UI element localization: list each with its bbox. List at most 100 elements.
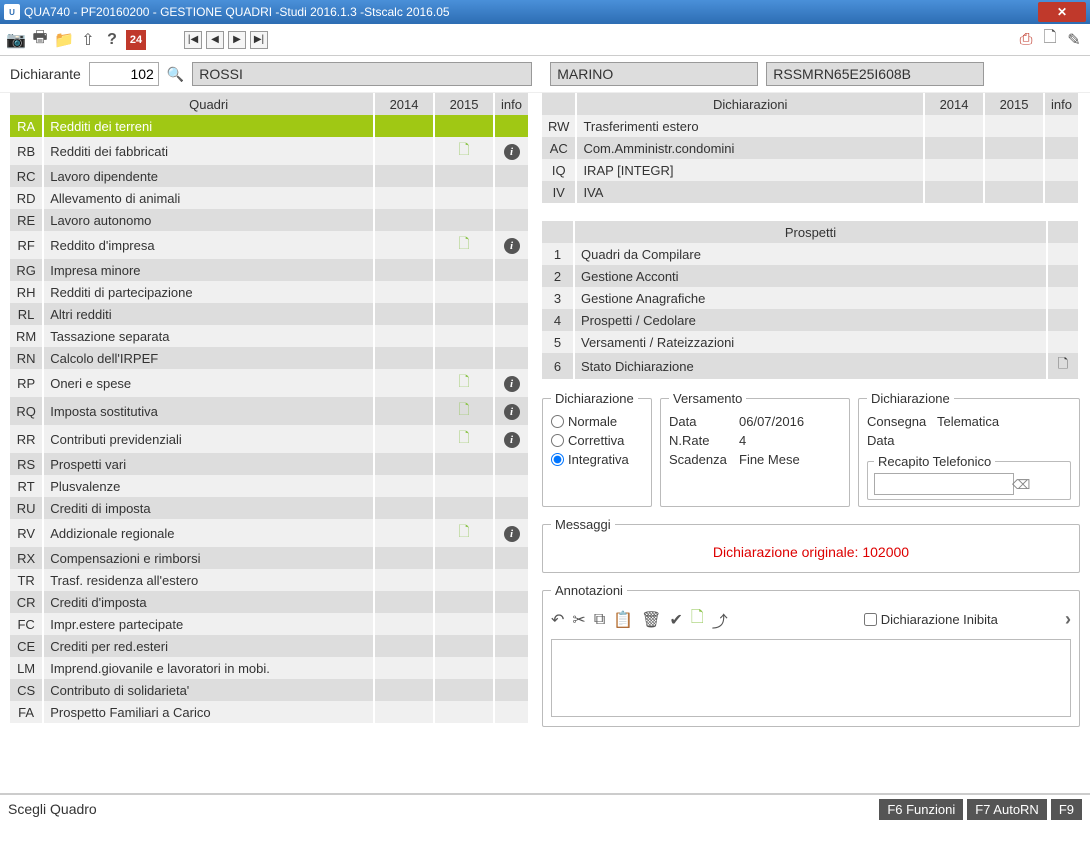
surname-field[interactable]: ROSSI <box>192 62 532 86</box>
quadro-2015-cell[interactable] <box>434 475 494 497</box>
quadri-row[interactable]: RHRedditi di partecipazione <box>10 281 529 303</box>
quadri-row[interactable]: RVAddizionale regionale🗋i <box>10 519 529 547</box>
copy-icon[interactable]: ⧉ <box>594 611 605 629</box>
quadri-row[interactable]: RXCompensazioni e rimborsi <box>10 547 529 569</box>
quadro-2015-cell[interactable] <box>434 547 494 569</box>
quadri-row[interactable]: RRContributi previdenziali🗋i <box>10 425 529 453</box>
radio-normale[interactable]: Normale <box>551 412 643 431</box>
prospetti-row[interactable]: 5Versamenti / Rateizzazioni <box>542 331 1079 353</box>
quadro-2015-cell[interactable] <box>434 635 494 657</box>
quadro-info-cell[interactable] <box>494 281 529 303</box>
quadro-info-cell[interactable] <box>494 303 529 325</box>
quadri-row[interactable]: RARedditi dei terreni <box>10 115 529 137</box>
quadro-2014-cell[interactable] <box>374 679 434 701</box>
quadro-2014-cell[interactable] <box>374 635 434 657</box>
quadro-2015-cell[interactable] <box>434 281 494 303</box>
quadro-info-cell[interactable] <box>494 475 529 497</box>
help-icon[interactable]: ? <box>102 30 122 50</box>
quadro-2015-cell[interactable] <box>434 115 494 137</box>
alert-badge[interactable]: 24 <box>126 30 146 50</box>
nav-next-button[interactable]: ▶ <box>228 31 246 49</box>
quadro-2015-cell[interactable] <box>434 591 494 613</box>
prospetti-row[interactable]: 4Prospetti / Cedolare <box>542 309 1079 331</box>
recapito-input[interactable] <box>874 473 1014 495</box>
quadro-2015-cell[interactable] <box>434 657 494 679</box>
quadri-row[interactable]: RCLavoro dipendente <box>10 165 529 187</box>
quadro-2015-cell[interactable]: 🗋 <box>434 397 494 425</box>
quadro-2015-cell[interactable] <box>434 679 494 701</box>
quadro-info-cell[interactable] <box>494 547 529 569</box>
quadro-info-cell[interactable] <box>494 115 529 137</box>
quadro-info-cell[interactable] <box>494 497 529 519</box>
quadri-row[interactable]: CRCrediti d'imposta <box>10 591 529 613</box>
quadro-info-cell[interactable] <box>494 209 529 231</box>
quadro-2015-cell[interactable] <box>434 259 494 281</box>
quadro-2014-cell[interactable] <box>374 165 434 187</box>
quadro-2015-cell[interactable]: 🗋 <box>434 231 494 259</box>
dichiarazioni-header-2014[interactable]: 2014 <box>924 93 984 115</box>
quadro-2015-cell[interactable] <box>434 187 494 209</box>
quadro-info-cell[interactable]: i <box>494 369 529 397</box>
export-icon[interactable]: ⤴ <box>712 608 728 632</box>
dichiarazioni-row[interactable]: IVIVA <box>542 181 1079 203</box>
quadri-row[interactable]: LMImprend.giovanile e lavoratori in mobi… <box>10 657 529 679</box>
quadro-2015-cell[interactable]: 🗋 <box>434 519 494 547</box>
quadro-info-cell[interactable] <box>494 569 529 591</box>
window-close-button[interactable]: ✕ <box>1038 2 1086 22</box>
quadro-2014-cell[interactable] <box>374 115 434 137</box>
quadro-2015-cell[interactable] <box>434 453 494 475</box>
name-field[interactable]: MARINO <box>550 62 758 86</box>
cut-icon[interactable]: ✂ <box>572 610 585 630</box>
quadro-info-cell[interactable]: i <box>494 231 529 259</box>
quadro-info-cell[interactable] <box>494 453 529 475</box>
quadri-row[interactable]: CSContributo di solidarieta' <box>10 679 529 701</box>
quadro-2015-cell[interactable] <box>434 497 494 519</box>
quadro-info-cell[interactable] <box>494 325 529 347</box>
quadri-row[interactable]: RQImposta sostitutiva🗋i <box>10 397 529 425</box>
quadro-info-cell[interactable] <box>494 187 529 209</box>
quadro-2014-cell[interactable] <box>374 137 434 165</box>
prospetti-row[interactable]: 6Stato Dichiarazione🗋 <box>542 353 1079 379</box>
quadro-2014-cell[interactable] <box>374 547 434 569</box>
quadri-row[interactable]: FCImpr.estere partecipate <box>10 613 529 635</box>
upload-icon[interactable]: ⇧ <box>78 30 98 50</box>
dichiarazioni-row[interactable]: ACCom.Amministr.condomini <box>542 137 1079 159</box>
new-doc-icon[interactable]: 🗋 <box>691 606 704 633</box>
camera-icon[interactable]: 📷 <box>6 30 26 50</box>
prospetti-row[interactable]: 3Gestione Anagrafiche <box>542 287 1079 309</box>
prospetti-row[interactable]: 2Gestione Acconti <box>542 265 1079 287</box>
quadro-2015-cell[interactable] <box>434 165 494 187</box>
quadri-header-2015[interactable]: 2015 <box>434 93 494 115</box>
quadro-2014-cell[interactable] <box>374 187 434 209</box>
quadro-2015-cell[interactable]: 🗋 <box>434 137 494 165</box>
quadri-row[interactable]: RSProspetti vari <box>10 453 529 475</box>
clear-input-icon[interactable]: ⌫ <box>1012 477 1030 492</box>
quadri-header-2014[interactable]: 2014 <box>374 93 434 115</box>
check-icon[interactable]: ✔ <box>669 610 682 630</box>
quadro-2015-cell[interactable] <box>434 303 494 325</box>
quadro-2015-cell[interactable] <box>434 613 494 635</box>
quadro-2014-cell[interactable] <box>374 475 434 497</box>
quadro-info-cell[interactable]: i <box>494 425 529 453</box>
quadro-info-cell[interactable]: i <box>494 397 529 425</box>
quadri-row[interactable]: RTPlusvalenze <box>10 475 529 497</box>
quadri-row[interactable]: RGImpresa minore <box>10 259 529 281</box>
nav-first-button[interactable]: |◀ <box>184 31 202 49</box>
print-icon[interactable]: 🖶 <box>30 30 50 50</box>
nav-last-button[interactable]: ▶| <box>250 31 268 49</box>
quadro-2014-cell[interactable] <box>374 231 434 259</box>
quadro-2015-cell[interactable] <box>434 569 494 591</box>
dichiarazioni-row[interactable]: IQIRAP [INTEGR] <box>542 159 1079 181</box>
quadro-info-cell[interactable] <box>494 679 529 701</box>
quadro-2014-cell[interactable] <box>374 347 434 369</box>
quadro-2014-cell[interactable] <box>374 613 434 635</box>
quadro-2014-cell[interactable] <box>374 657 434 679</box>
folder-icon[interactable]: 📁 <box>54 30 74 50</box>
f7-button[interactable]: F7 AutoRN <box>967 799 1047 820</box>
edit-icon[interactable]: ✎ <box>1064 30 1084 50</box>
quadro-2014-cell[interactable] <box>374 425 434 453</box>
quadro-2014-cell[interactable] <box>374 591 434 613</box>
quadro-2015-cell[interactable]: 🗋 <box>434 425 494 453</box>
quadri-row[interactable]: CECrediti per red.esteri <box>10 635 529 657</box>
quadri-row[interactable]: RFReddito d'impresa🗋i <box>10 231 529 259</box>
